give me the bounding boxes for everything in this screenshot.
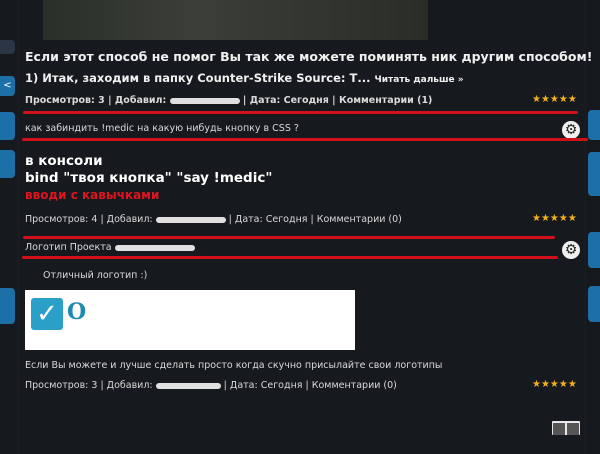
sidebar-tab[interactable] [0, 288, 15, 324]
post-subheading: 1) Итак, заходим в папку Counter-Strike … [25, 71, 371, 85]
rating-stars[interactable]: ★★★★★ [532, 379, 577, 390]
question-text: как забиндить !medic на какую нибудь кно… [25, 123, 299, 134]
meta-views: Просмотров: 3 | Добавил: [25, 380, 156, 391]
corner-toolbar[interactable] [552, 421, 580, 435]
rating-stars[interactable]: ★★★★★ [532, 213, 577, 224]
left-arrow-icon: < [3, 80, 12, 91]
post-thumbnail[interactable] [43, 0, 428, 40]
meta-date-comments[interactable]: | Дата: Сегодня | Комментарии (0) [221, 380, 397, 391]
sidebar-tab-icon[interactable] [0, 40, 15, 54]
qr-icon[interactable] [567, 423, 579, 435]
sidebar-tab[interactable] [0, 150, 15, 178]
read-more-link[interactable]: Читать дальше » [374, 75, 463, 85]
right-sidebar-tab[interactable] [588, 152, 600, 196]
meta-views: Просмотров: 4 | Добавил: [25, 214, 156, 225]
meta-date-comments[interactable]: | Дата: Сегодня | Комментарии (0) [226, 214, 402, 225]
answer-line-1: в консоли [25, 153, 103, 169]
gear-icon[interactable]: ⚙ [562, 121, 580, 139]
right-sidebar [586, 0, 600, 454]
author-name-redacted[interactable] [169, 97, 240, 104]
eye-icon[interactable] [553, 423, 565, 435]
gear-icon[interactable]: ⚙ [562, 241, 580, 259]
footer-text: Если Вы можете и лучше сделать просто ко… [25, 360, 443, 371]
post-comment: Отличный логотип :) [43, 270, 148, 281]
right-sidebar-tab[interactable] [588, 286, 600, 322]
sidebar-collapse-button[interactable]: < [0, 76, 15, 96]
project-name-redacted [114, 244, 195, 251]
red-underline [23, 111, 578, 114]
author-name-redacted[interactable] [155, 216, 226, 223]
logo-image: ✓ О [25, 290, 355, 350]
post-heading: Если этот способ не помог Вы так же може… [25, 49, 593, 64]
right-sidebar-tab[interactable] [588, 110, 600, 140]
comments-link[interactable]: | Комментарии (1) [329, 95, 432, 106]
meta-views: Просмотров: 3 | Добавил: [25, 95, 170, 106]
author-name-redacted[interactable] [155, 382, 221, 389]
check-icon: ✓ [31, 298, 63, 330]
rating-stars[interactable]: ★★★★★ [532, 94, 577, 105]
logo-letter: О [67, 299, 87, 325]
red-underline [22, 138, 588, 141]
answer-line-3: вводи с кавычками [25, 188, 160, 202]
right-sidebar-tab[interactable] [588, 232, 600, 268]
sidebar-tab[interactable] [0, 112, 15, 140]
meta-date: Сегодня [283, 95, 329, 106]
red-underline [22, 256, 558, 259]
left-sidebar [0, 0, 18, 454]
answer-line-2: bind "твоя кнопка" "say !medic" [25, 170, 273, 186]
post-title[interactable]: Логотип Проекта [25, 242, 115, 253]
red-underline [23, 236, 555, 239]
